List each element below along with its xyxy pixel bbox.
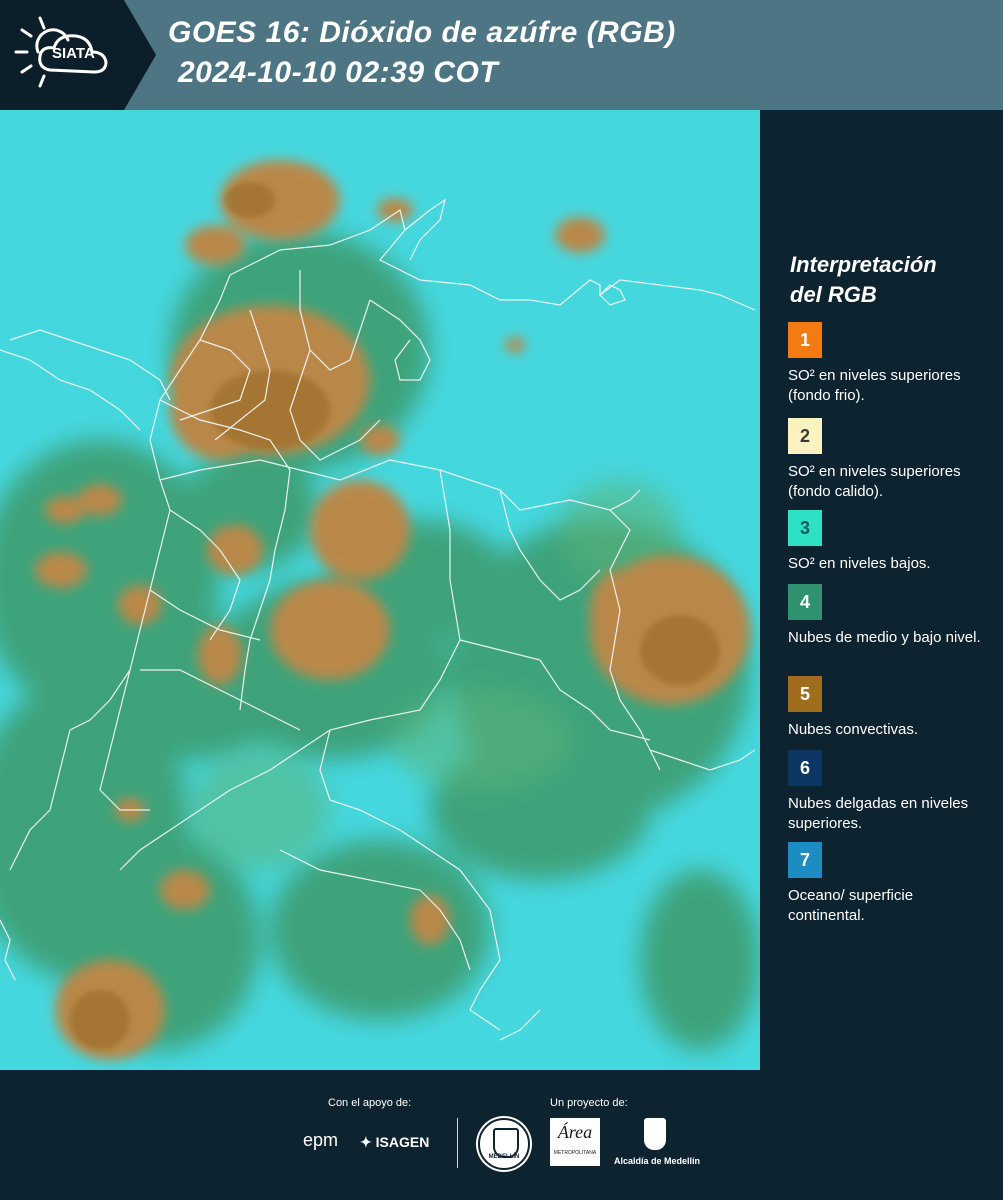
footer-bar: Con el apoyo de: Un proyecto de: epm ✦ I…	[0, 1070, 1003, 1200]
medellin-seal-logo: MEDELLÍN	[478, 1118, 530, 1170]
legend-label-7: Oceano/ superficie continental.	[788, 887, 914, 924]
legend-item-6: 6 Nubes delgadas en niveles superiores.	[788, 750, 988, 834]
timestamp: 2024-10-10 02:39 COT	[178, 56, 499, 89]
isagen-logo-text: ISAGEN	[375, 1134, 430, 1150]
legend-label-6: Nubes delgadas en niveles superiores.	[788, 795, 969, 832]
legend-swatch-1: 1	[788, 322, 822, 358]
metropolitana-text: METROPOLITANA	[553, 1150, 597, 1156]
isagen-logo: ✦ ISAGEN	[360, 1134, 429, 1151]
legend-item-2: 2 SO² en niveles superiores (fondo calid…	[788, 418, 988, 502]
area-metropolitana-logo: Área METROPOLITANA	[550, 1118, 600, 1166]
legend-swatch-5: 5	[788, 676, 822, 712]
siata-logo-text: SIATA	[52, 45, 95, 62]
legend-item-1: 1 SO² en niveles superiores (fondo frio)…	[788, 322, 988, 406]
siata-logo: SIATA	[0, 0, 156, 110]
legend-label-1: SO² en niveles superiores (fondo frio).	[788, 367, 961, 404]
page-title: GOES 16: Dióxido de azúfre (RGB)	[168, 16, 676, 49]
legend-swatch-2: 2	[788, 418, 822, 454]
alcaldia-medellin-logo: Alcaldía de Medellín	[612, 1118, 702, 1170]
legend-swatch-4: 4	[788, 584, 822, 620]
legend-label-3: SO² en niveles bajos.	[788, 555, 931, 572]
legend-label-2: SO² en niveles superiores (fondo calido)…	[788, 463, 961, 500]
legend-item-7: 7 Oceano/ superficie continental.	[788, 842, 988, 926]
legend-item-5: 5 Nubes convectivas.	[788, 676, 988, 740]
legend-item-4: 4 Nubes de medio y bajo nivel.	[788, 584, 988, 648]
legend-item-3: 3 SO² en niveles bajos.	[788, 510, 988, 574]
support-label: Con el apoyo de:	[328, 1097, 412, 1109]
legend-panel: Interpretación del RGB 1 SO² en niveles …	[760, 110, 1003, 1070]
header-bar: SIATA GOES 16: Dióxido de azúfre (RGB) 2…	[0, 0, 1003, 110]
alcaldia-shield-icon	[644, 1118, 666, 1150]
medellin-seal-text: MEDELLÍN	[488, 1154, 520, 1160]
legend-swatch-7: 7	[788, 842, 822, 878]
epm-logo: epm	[303, 1130, 338, 1151]
legend-title: Interpretación del RGB	[790, 252, 937, 307]
legend-swatch-6: 6	[788, 750, 822, 786]
legend-label-4: Nubes de medio y bajo nivel.	[788, 629, 981, 646]
epm-logo-text: epm	[303, 1130, 339, 1150]
alcaldia-text: Alcaldía de Medellín	[613, 1156, 701, 1166]
project-label: Un proyecto de:	[550, 1097, 628, 1109]
area-logo-text: Área	[557, 1122, 593, 1142]
legend-swatch-3: 3	[788, 510, 822, 546]
satellite-map	[0, 110, 760, 1070]
footer-divider	[457, 1118, 458, 1168]
legend-label-5: Nubes convectivas.	[788, 721, 919, 738]
isagen-icon: ✦	[360, 1134, 372, 1150]
